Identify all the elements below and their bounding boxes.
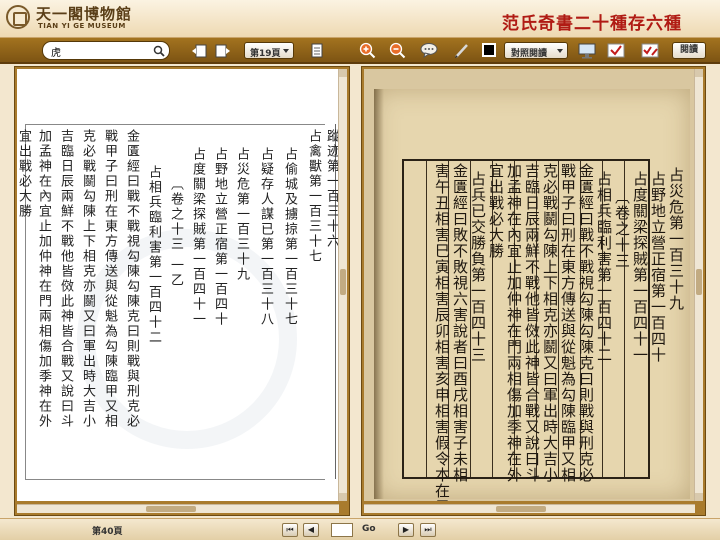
text-column: 宜出戰必大勝 [17,129,31,219]
scanned-page-image: 占災危第一百三十九 占野地立營正宿第一百四十 占度關梁探賊第一百四十一 〔卷之十… [374,89,690,501]
scan-text-column: 金匱經曰戰不戰視勾陳勾陳克曰則戰與刑克必 [577,163,595,483]
bottom-bar: 第40頁 ⏮ ◀ Go ▶ ⏭ [0,518,720,540]
vertical-scrollbar[interactable] [694,69,703,501]
scroll-up-icon[interactable] [695,69,703,77]
page-select-value: 第19頁 [250,49,281,59]
scan-page[interactable]: 占災危第一百三十九 占野地立營正宿第一百四十 占度關梁探賊第一百四十一 〔卷之十… [364,69,695,501]
text-column: 占偷城及擄掠第一百三十七 [282,147,297,327]
scan-panel: 占災危第一百三十九 占野地立營正宿第一百四十 占度關梁探賊第一百四十一 〔卷之十… [361,66,706,516]
text-column: 蹤迹第一百三十六 [324,129,339,249]
chevron-down-icon [283,49,289,53]
text-column: 占野地立營正宿第一百四十 [212,147,227,327]
text-column: 〔卷之十三 一乙 [168,177,183,289]
search-box [42,41,170,60]
scan-text-column: 占相兵臨利害第一百四十二 [595,171,613,363]
last-page-icon[interactable]: ⏭ [420,523,436,537]
scroll-down-icon[interactable] [695,493,703,501]
column-rule [426,161,427,477]
scroll-thumb[interactable] [340,269,346,295]
scan-text-column: 害午丑相害巳寅相害辰卯相害亥申相害假令本在子 [433,163,451,501]
text-column: 占禽獸第一百三十七 [306,129,321,264]
text-column: 占相兵臨利害第一百四十二 [146,165,161,345]
next-page-icon[interactable]: ▶ [398,523,414,537]
scroll-thumb[interactable] [145,506,196,512]
scroll-thumb[interactable] [496,506,547,512]
read-button[interactable]: 閱讀 [672,42,706,59]
scroll-thumb[interactable] [696,269,702,295]
goto-page-input[interactable] [331,523,353,537]
text-column: 戰甲子曰刑在東方傳送與從魁為勾陳臨甲又相 [102,129,117,429]
first-page-icon[interactable]: ⏮ [282,523,298,537]
pen-color-swatch[interactable] [482,43,496,57]
page-rule [25,479,325,480]
header: 天一閣博物館 TIAN YI GE MUSEUM 范氏奇書二十種存六種 [0,0,720,38]
scan-text-column: 戰甲子曰刑在東方傳送與從魁為勾陳臨甲又相 [559,163,577,483]
page-fold-shadow [374,89,384,499]
zoom-in-icon[interactable] [358,42,376,59]
text-column: 占災危第一百三十九 [234,147,249,282]
scan-text-column: 占野地立營正宿第一百四十 [649,171,667,363]
bookmark-edit-icon[interactable] [640,42,660,59]
logo-chinese-name: 天一閣博物館 [36,5,133,23]
reading-mode-select[interactable]: 對照閱讀 [504,42,568,59]
scan-text-column: 吉臨日辰兩鮮不戰他皆傚此神皆合戰又說曰斗 [523,163,541,483]
current-page-label: 第40頁 [92,527,123,537]
previous-page-icon[interactable] [190,42,208,59]
reading-mode-value: 對照閱讀 [511,49,548,59]
scan-text-column: 占兵已交勝負第一百四十三 [469,171,487,363]
scan-text-column: 占災危第一百三十九 [667,167,685,311]
scan-text-column: 宜出戰必大勝 [487,163,505,259]
toolbar: 第19頁 對照閱讀 閱讀 [0,38,720,64]
text-column: 吉臨日辰兩鮮不戰他皆傚此神皆合戰又說曰斗 [58,129,73,429]
scroll-up-icon[interactable] [339,69,347,77]
bookmark-check-icon[interactable] [606,42,626,59]
transcription-panel: 蹤迹第一百三十六 占禽獸第一百三十七 占偷城及擄掠第一百三十七 占疑存人謀已第一… [14,66,350,516]
vertical-scrollbar[interactable] [338,69,347,501]
horizontal-scrollbar[interactable] [364,504,695,513]
pen-icon[interactable] [452,42,470,59]
next-page-icon[interactable] [214,42,232,59]
scan-text-column: 加孟神在內宜止加仲神在門兩相傷加季神在外 [505,163,523,483]
text-column: 金匱經曰戰不戰視勾陳勾陳克曰則戰與刑克必 [124,129,139,429]
text-column: 占疑存人謀已第一百三十八 [258,147,273,327]
text-column: 占度關梁探賊第一百四十一 [190,147,205,327]
scroll-down-icon[interactable] [339,493,347,501]
scan-text-column: 金匱經曰敗不敗視六害說者曰酉戌相害子未相 [451,163,469,483]
museum-logo-icon [6,5,30,29]
transcription-page[interactable]: 蹤迹第一百三十六 占禽獸第一百三十七 占偷城及擄掠第一百三十七 占疑存人謀已第一… [17,69,339,501]
page-select[interactable]: 第19頁 [244,42,294,59]
scan-text-column: 克必戰鬭勾陳上下相克亦鬭又曰軍出時大吉小 [541,163,559,483]
prev-page-icon[interactable]: ◀ [303,523,319,537]
scan-text-column: 占度關梁探賊第一百四十一 [631,171,649,363]
comment-icon[interactable] [420,42,438,59]
zoom-out-icon[interactable] [388,42,406,59]
page-rule [25,124,325,125]
document-icon[interactable] [308,42,326,59]
book-title: 范氏奇書二十種存六種 [502,14,682,34]
chevron-down-icon [557,49,563,53]
scan-text-column: 〔卷之十三 [613,189,631,269]
logo-english-name: TIAN YI GE MUSEUM [38,22,126,30]
monitor-icon[interactable] [578,42,596,59]
go-button[interactable]: Go [362,524,376,534]
search-icon[interactable] [153,45,165,57]
horizontal-scrollbar[interactable] [17,504,339,513]
search-input[interactable] [51,44,151,58]
text-column: 加孟神在內宜止加仲神在門兩相傷加季神在外 [36,129,51,429]
text-column: 克必戰鬭勾陳上下相克亦鬭又曰軍出時大吉小 [80,129,95,429]
